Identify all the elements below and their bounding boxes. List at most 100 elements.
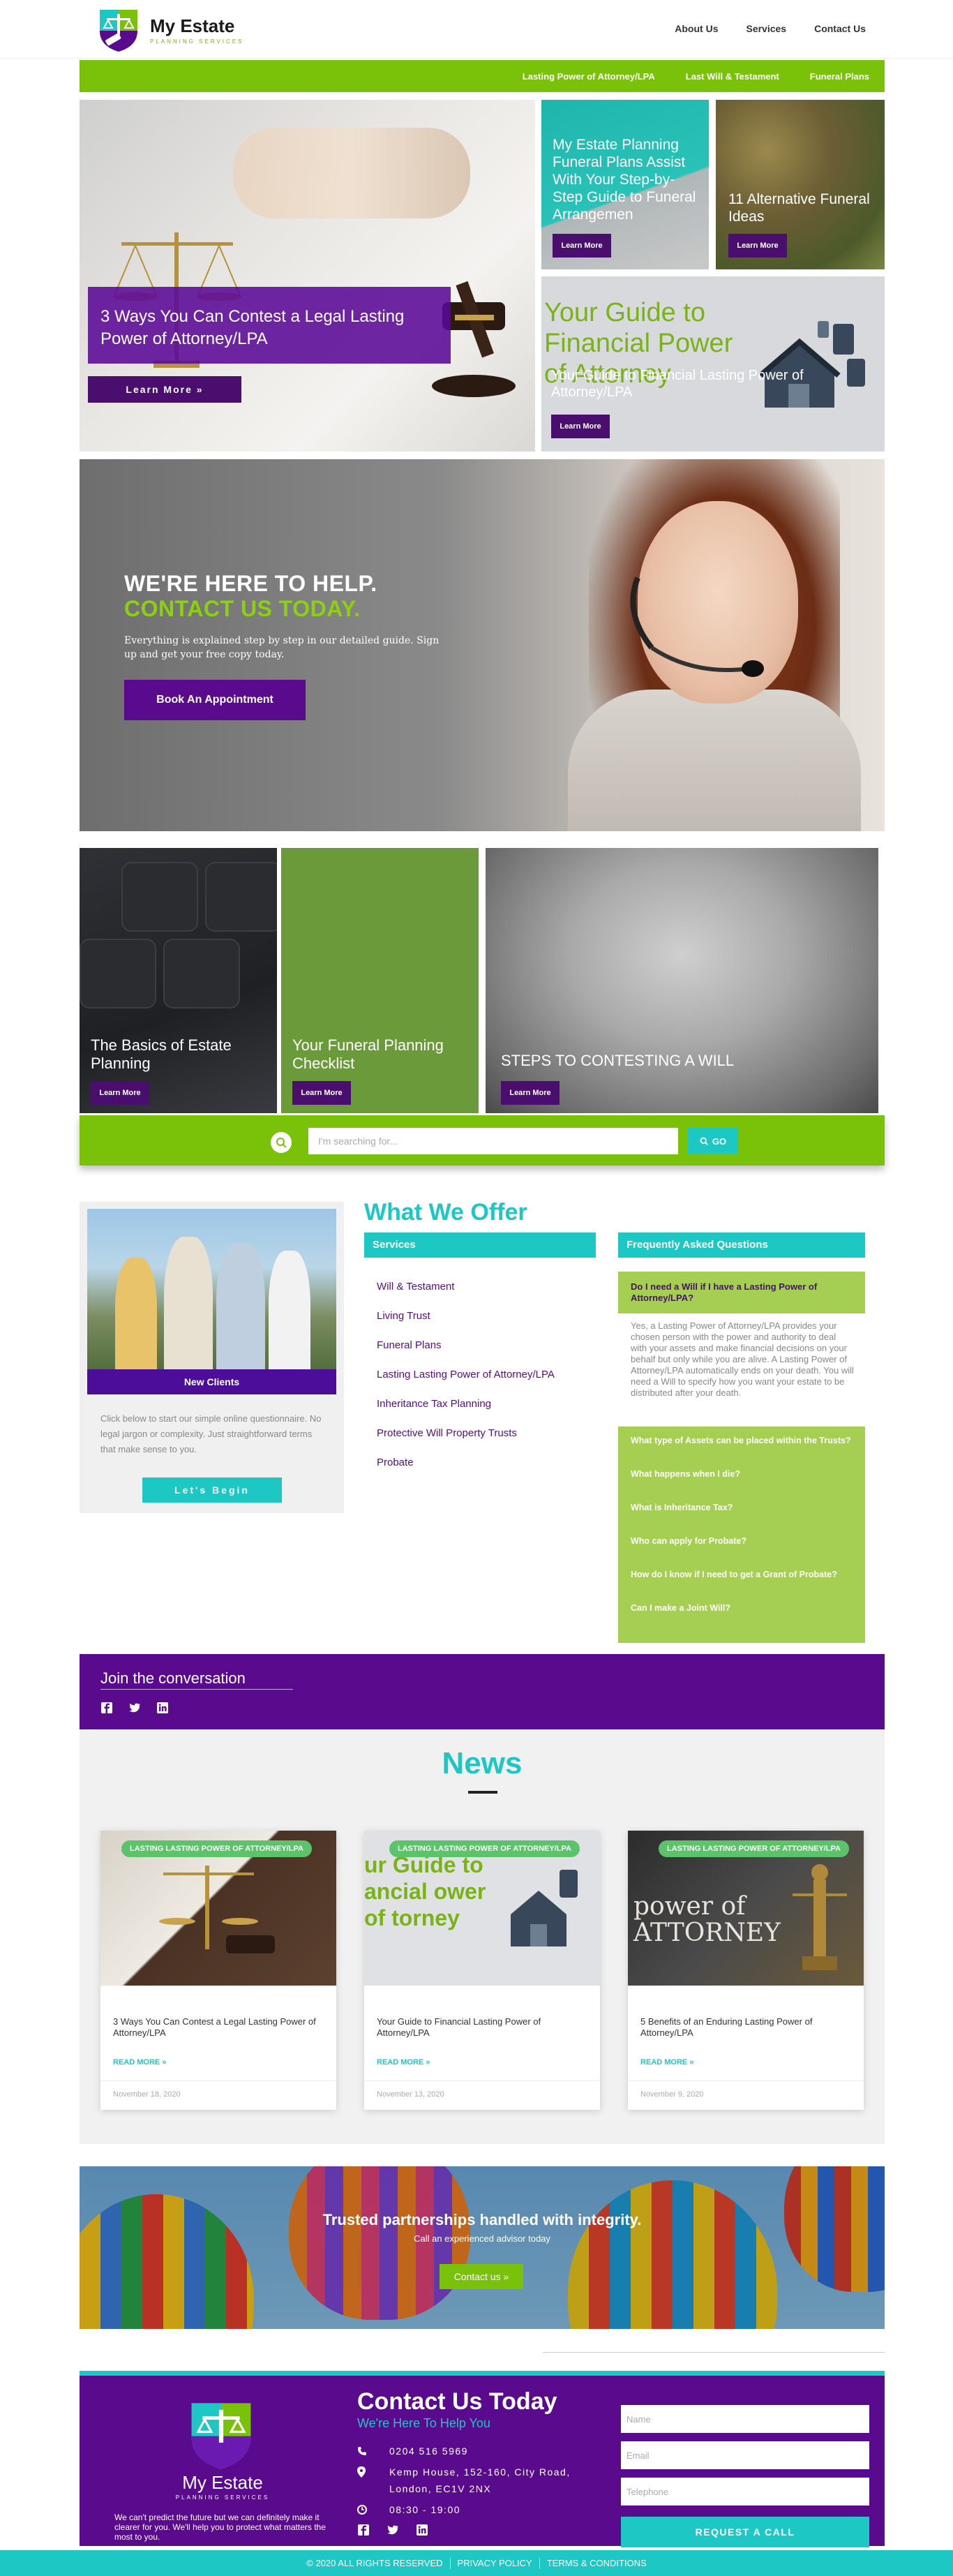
faq-question-open[interactable]: Do I need a Will if I have a Lasting Pow…	[618, 1272, 865, 1313]
brand-tagline: PLANNING SERVICES	[150, 38, 244, 45]
hero-financial-learn-more-button[interactable]: Learn More	[551, 415, 610, 438]
faq-question[interactable]: What happens when I die?	[631, 1468, 853, 1502]
linkedin-icon[interactable]	[416, 2524, 428, 2536]
book-appointment-button[interactable]: Book An Appointment	[124, 680, 306, 720]
service-link-property-trusts[interactable]: Protective Will Property Trusts	[377, 1422, 600, 1452]
faq-heading: Frequently Asked Questions	[618, 1233, 865, 1258]
news-card-date: November 13, 2020	[377, 2090, 444, 2099]
telephone-field[interactable]	[621, 2478, 869, 2506]
news-card-date: November 18, 2020	[113, 2090, 181, 2099]
nav-last-will[interactable]: Last Will & Testament	[686, 71, 779, 82]
lady-justice-image	[793, 1864, 847, 1970]
partnership-title: Trusted partnerships handled with integr…	[322, 2211, 642, 2228]
news-card-image-text: ur Guide to ancial ower of torney	[364, 1852, 486, 1930]
nav-funeral-plans[interactable]: Funeral Plans	[810, 71, 869, 82]
news-card[interactable]: LASTING LASTING POWER OF ATTORNEY/LPA 3 …	[100, 1831, 336, 2110]
faq-question[interactable]: Can I make a Joint Will?	[631, 1602, 853, 1636]
news-card-title[interactable]: 5 Benefits of an Enduring Lasting Power …	[640, 2016, 850, 2039]
funeral-checklist-title[interactable]: Your Funeral Planning Checklist	[292, 1036, 479, 1073]
funeral-checklist-learn-more-button[interactable]: Learn More	[292, 1081, 351, 1105]
hero-funeral-ideas-learn-more-button[interactable]: Learn More	[728, 234, 787, 258]
footer-contact-title: Contact Us Today	[357, 2388, 557, 2415]
divider	[468, 1791, 497, 1794]
hero-funeral-guide-title[interactable]: My Estate Planning Funeral Plans Assist …	[553, 136, 703, 223]
faq-answer: Yes, a Lasting Power of Attorney/LPA pro…	[631, 1320, 854, 1398]
footer-accent-bar	[80, 2371, 885, 2376]
faq-question[interactable]: What is Inheritance Tax?	[631, 1502, 853, 1535]
hero-funeral-ideas-title[interactable]: 11 Alternative Funeral Ideas	[728, 191, 875, 225]
news-card-category-badge[interactable]: LASTING LASTING POWER OF ATTORNEY/LPA	[659, 1840, 849, 1857]
hero-main-learn-more-button[interactable]: Learn More »	[88, 376, 241, 403]
news-card-image-text: power of ATTORNEY	[633, 1892, 781, 1947]
hero-financial-title[interactable]: Your Guide to Financial Lasting Power of…	[551, 367, 872, 401]
news-card-category-badge[interactable]: LASTING LASTING POWER OF ATTORNEY/LPA	[389, 1840, 580, 1857]
hero-main-tile[interactable]: 3 Ways You Can Contest a Legal Lasting P…	[80, 100, 535, 452]
service-link-living-trust[interactable]: Living Trust	[377, 1305, 600, 1334]
nav-lpa[interactable]: Lasting Power of Attorney/LPA	[523, 71, 655, 82]
faq-question[interactable]: Who can apply for Probate?	[631, 1535, 853, 1569]
contact-cta-section: WE'RE HERE TO HELP. CONTACT US TODAY. Ev…	[80, 459, 885, 831]
footer-phone[interactable]: 0204 516 5969	[389, 2443, 468, 2459]
estate-planning-basics-tile[interactable]: The Basics of Estate Planning Learn More	[80, 848, 277, 1113]
hero-funeral-guide-learn-more-button[interactable]: Learn More	[553, 234, 611, 258]
service-link-will[interactable]: Will & Testament	[377, 1276, 600, 1305]
search-bar: GO	[80, 1115, 885, 1166]
contesting-will-learn-more-button[interactable]: Learn More	[501, 1081, 560, 1105]
service-link-probate[interactable]: Probate	[377, 1452, 600, 1481]
twitter-icon[interactable]	[387, 2524, 399, 2536]
search-go-label: GO	[712, 1136, 727, 1147]
request-call-button[interactable]: REQUEST A CALL	[621, 2517, 869, 2547]
news-card[interactable]: ur Guide to ancial ower of torney LASTIN…	[364, 1831, 600, 2110]
site-logo[interactable]: My Estate PLANNING SERVICES	[94, 6, 243, 54]
join-conversation-bar: Join the conversation	[80, 1654, 885, 1729]
footer-phone-row: 0204 516 5969	[357, 2443, 468, 2459]
faq-question[interactable]: What type of Assets can be placed within…	[631, 1435, 853, 1468]
nav-about-us[interactable]: About Us	[675, 23, 718, 34]
top-nav: About Us Services Contact Us	[675, 23, 866, 34]
keyboard-key-image	[80, 939, 156, 1008]
twitter-icon[interactable]	[128, 1702, 141, 1714]
read-more-link[interactable]: READ MORE »	[113, 2058, 166, 2067]
lets-begin-button[interactable]: Let's Begin	[142, 1477, 282, 1503]
partnership-banner: Trusted partnerships handled with integr…	[80, 2166, 885, 2329]
contesting-will-tile[interactable]: STEPS TO CONTESTING A WILL Learn More	[486, 848, 878, 1113]
email-field[interactable]	[621, 2441, 869, 2469]
privacy-policy-link[interactable]: PRIVACY POLICY	[451, 2558, 539, 2568]
nav-contact-us[interactable]: Contact Us	[814, 23, 866, 34]
service-link-inheritance-tax[interactable]: Inheritance Tax Planning	[377, 1393, 600, 1422]
contesting-will-title[interactable]: STEPS TO CONTESTING A WILL	[501, 1052, 734, 1070]
search-icon	[700, 1137, 708, 1145]
search-icon[interactable]	[271, 1132, 292, 1153]
read-more-link[interactable]: READ MORE »	[377, 2058, 430, 2067]
terms-link[interactable]: TERMS & CONDITIONS	[540, 2558, 654, 2568]
cta-heading-line2: CONTACT US TODAY.	[124, 596, 361, 621]
facebook-icon[interactable]	[357, 2524, 370, 2536]
service-link-lpa[interactable]: Lasting Lasting Power of Attorney/LPA	[377, 1364, 600, 1393]
estate-planning-basics-title[interactable]: The Basics of Estate Planning	[91, 1036, 277, 1073]
contact-us-button[interactable]: Contact us »	[440, 2264, 523, 2289]
faq-question[interactable]: How do I know if I need to get a Grant o…	[631, 1569, 853, 1602]
funeral-checklist-tile[interactable]: Your Funeral Planning Checklist Learn Mo…	[281, 848, 479, 1113]
linkedin-icon[interactable]	[156, 1702, 169, 1714]
site-footer: My Estate PLANNING SERVICES We can't pre…	[80, 2376, 885, 2547]
estate-planning-basics-learn-more-button[interactable]: Learn More	[91, 1081, 149, 1105]
news-card[interactable]: power of ATTORNEY LASTING LASTING POWER …	[628, 1831, 864, 2110]
search-go-button[interactable]: GO	[688, 1128, 738, 1154]
divider	[100, 1689, 293, 1690]
hero-funeral-ideas-tile[interactable]: 11 Alternative Funeral Ideas Learn More	[716, 100, 885, 269]
news-card-title[interactable]: 3 Ways You Can Contest a Legal Lasting P…	[113, 2016, 322, 2039]
service-link-funeral-plans[interactable]: Funeral Plans	[377, 1334, 600, 1364]
read-more-link[interactable]: READ MORE »	[640, 2058, 693, 2067]
hero-financial-lpa-tile[interactable]: Your Guide to Financial Power of Attorne…	[541, 276, 885, 452]
facebook-icon[interactable]	[100, 1702, 113, 1714]
hero-funeral-guide-tile[interactable]: My Estate Planning Funeral Plans Assist …	[541, 100, 709, 269]
hero-main-title[interactable]: 3 Ways You Can Contest a Legal Lasting P…	[100, 306, 428, 350]
news-card-title[interactable]: Your Guide to Financial Lasting Power of…	[377, 2016, 586, 2039]
house-illustration-image	[511, 1870, 578, 1946]
footer-address-row: Kemp House, 152-160, City Road, London, …	[357, 2464, 571, 2497]
name-field[interactable]	[621, 2405, 869, 2433]
search-input[interactable]	[308, 1128, 678, 1154]
nav-services[interactable]: Services	[746, 23, 786, 34]
keyboard-key-image	[163, 939, 240, 1008]
news-card-category-badge[interactable]: LASTING LASTING POWER OF ATTORNEY/LPA	[121, 1840, 312, 1857]
